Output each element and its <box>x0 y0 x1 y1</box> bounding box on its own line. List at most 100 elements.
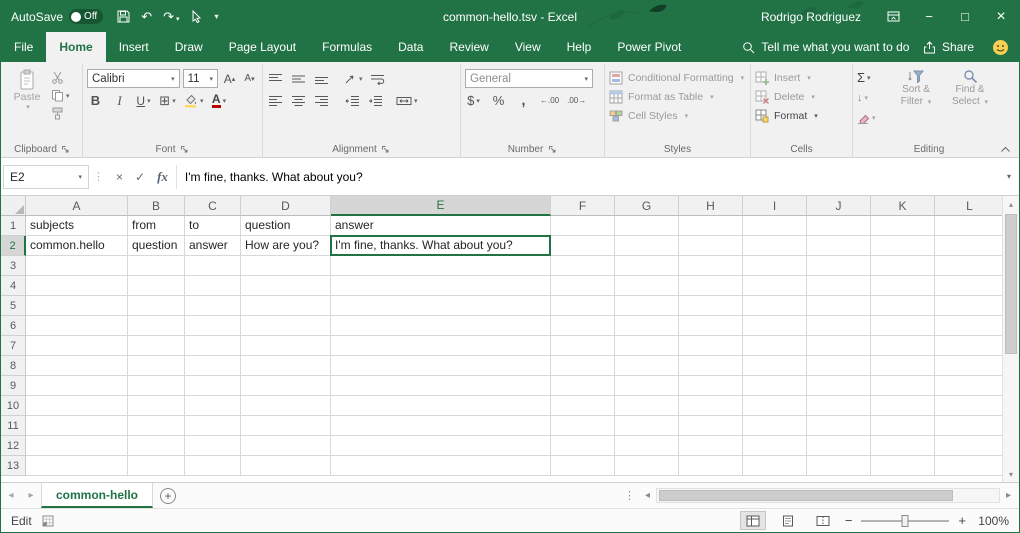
row-header-1[interactable]: 1 <box>1 216 26 236</box>
row-header-9[interactable]: 9 <box>1 376 26 396</box>
cell-D8[interactable] <box>241 356 331 376</box>
cell-J1[interactable] <box>807 216 871 236</box>
increase-indent-icon[interactable] <box>367 91 384 110</box>
cell-A4[interactable] <box>26 276 128 296</box>
cell-J12[interactable] <box>807 436 871 456</box>
scroll-left-icon[interactable]: ◂ <box>639 490 656 501</box>
row-header-5[interactable]: 5 <box>1 296 26 316</box>
cell-L10[interactable] <box>935 396 1002 416</box>
format-painter-button[interactable] <box>51 106 70 121</box>
cell-E5[interactable] <box>331 296 551 316</box>
cell-C4[interactable] <box>185 276 241 296</box>
cell-H8[interactable] <box>679 356 743 376</box>
cell-I11[interactable] <box>743 416 807 436</box>
ribbon-tab-formulas[interactable]: Formulas <box>309 32 385 62</box>
cell-A3[interactable] <box>26 256 128 276</box>
cell-A12[interactable] <box>26 436 128 456</box>
column-header-B[interactable]: B <box>128 196 185 216</box>
column-header-K[interactable]: K <box>871 196 935 216</box>
cell-J13[interactable] <box>807 456 871 476</box>
column-header-A[interactable]: A <box>26 196 128 216</box>
column-header-C[interactable]: C <box>185 196 241 216</box>
autosum-button[interactable]: Σ▾ <box>857 68 887 87</box>
page-break-preview-icon[interactable] <box>810 511 836 530</box>
cell-H11[interactable] <box>679 416 743 436</box>
enter-icon[interactable]: ✓ <box>135 170 145 184</box>
cell-D9[interactable] <box>241 376 331 396</box>
insert-function-icon[interactable]: fx <box>157 169 168 185</box>
cell-L8[interactable] <box>935 356 1002 376</box>
cell-B8[interactable] <box>128 356 185 376</box>
decrease-decimal-icon[interactable]: .00→ <box>567 91 586 110</box>
feedback-smiley-icon[interactable] <box>992 32 1009 62</box>
cell-D3[interactable] <box>241 256 331 276</box>
formula-bar-splitter[interactable]: ⋮ <box>89 170 108 183</box>
cancel-icon[interactable]: × <box>116 170 123 184</box>
horizontal-scrollbar-track[interactable] <box>656 488 1000 503</box>
cell-J11[interactable] <box>807 416 871 436</box>
cell-H10[interactable] <box>679 396 743 416</box>
cell-I8[interactable] <box>743 356 807 376</box>
cell-L3[interactable] <box>935 256 1002 276</box>
ribbon-tab-data[interactable]: Data <box>385 32 436 62</box>
row-header-11[interactable]: 11 <box>1 416 26 436</box>
column-header-I[interactable]: I <box>743 196 807 216</box>
cell-E4[interactable] <box>331 276 551 296</box>
cell-L12[interactable] <box>935 436 1002 456</box>
font-color-button[interactable]: A▾ <box>211 91 228 110</box>
cell-G3[interactable] <box>615 256 679 276</box>
row-header-8[interactable]: 8 <box>1 356 26 376</box>
cell-G13[interactable] <box>615 456 679 476</box>
row-header-6[interactable]: 6 <box>1 316 26 336</box>
user-name[interactable]: Rodrigo Rodriguez <box>761 10 861 24</box>
row-header-12[interactable]: 12 <box>1 436 26 456</box>
fill-color-button[interactable]: ▾ <box>183 91 204 110</box>
cell-K3[interactable] <box>871 256 935 276</box>
alignment-dialog-launcher-icon[interactable] <box>381 145 391 155</box>
cell-K7[interactable] <box>871 336 935 356</box>
cell-F4[interactable] <box>551 276 615 296</box>
decrease-indent-icon[interactable] <box>344 91 361 110</box>
cell-A13[interactable] <box>26 456 128 476</box>
cell-E7[interactable] <box>331 336 551 356</box>
cell-I4[interactable] <box>743 276 807 296</box>
row-header-4[interactable]: 4 <box>1 276 26 296</box>
sort-filter-button[interactable]: Sort & Filter ▾ <box>891 66 941 142</box>
cell-H5[interactable] <box>679 296 743 316</box>
ribbon-tab-help[interactable]: Help <box>554 32 605 62</box>
cell-E3[interactable] <box>331 256 551 276</box>
cell-A11[interactable] <box>26 416 128 436</box>
ribbon-display-options-icon[interactable] <box>875 1 911 32</box>
cell-K9[interactable] <box>871 376 935 396</box>
italic-button[interactable]: I <box>111 91 128 110</box>
expand-formula-bar-icon[interactable]: ▾ <box>999 172 1019 181</box>
cell-K12[interactable] <box>871 436 935 456</box>
cell-J9[interactable] <box>807 376 871 396</box>
font-name-combo[interactable]: Calibri▾ <box>87 69 180 88</box>
cell-F8[interactable] <box>551 356 615 376</box>
cell-D12[interactable] <box>241 436 331 456</box>
cell-D4[interactable] <box>241 276 331 296</box>
underline-button[interactable]: U▾ <box>135 91 152 110</box>
cell-C11[interactable] <box>185 416 241 436</box>
column-header-D[interactable]: D <box>241 196 331 216</box>
cut-button[interactable] <box>51 70 70 85</box>
cell-E11[interactable] <box>331 416 551 436</box>
cell-B10[interactable] <box>128 396 185 416</box>
cell-C9[interactable] <box>185 376 241 396</box>
redo-icon[interactable]: ↷▾ <box>163 10 179 23</box>
cell-D10[interactable] <box>241 396 331 416</box>
cell-D2[interactable]: How are you? <box>241 236 331 256</box>
column-header-J[interactable]: J <box>807 196 871 216</box>
fill-button[interactable]: ↓▾ <box>857 88 887 107</box>
cell-H4[interactable] <box>679 276 743 296</box>
align-left-icon[interactable] <box>267 91 284 110</box>
cell-H7[interactable] <box>679 336 743 356</box>
cell-H1[interactable] <box>679 216 743 236</box>
page-layout-view-icon[interactable] <box>775 511 801 530</box>
cell-F5[interactable] <box>551 296 615 316</box>
ribbon-tab-power-pivot[interactable]: Power Pivot <box>604 32 694 62</box>
sheet-nav-left-icon[interactable]: ◂ <box>1 483 21 508</box>
sheet-tab-common-hello[interactable]: common-hello <box>41 483 153 508</box>
cell-E9[interactable] <box>331 376 551 396</box>
